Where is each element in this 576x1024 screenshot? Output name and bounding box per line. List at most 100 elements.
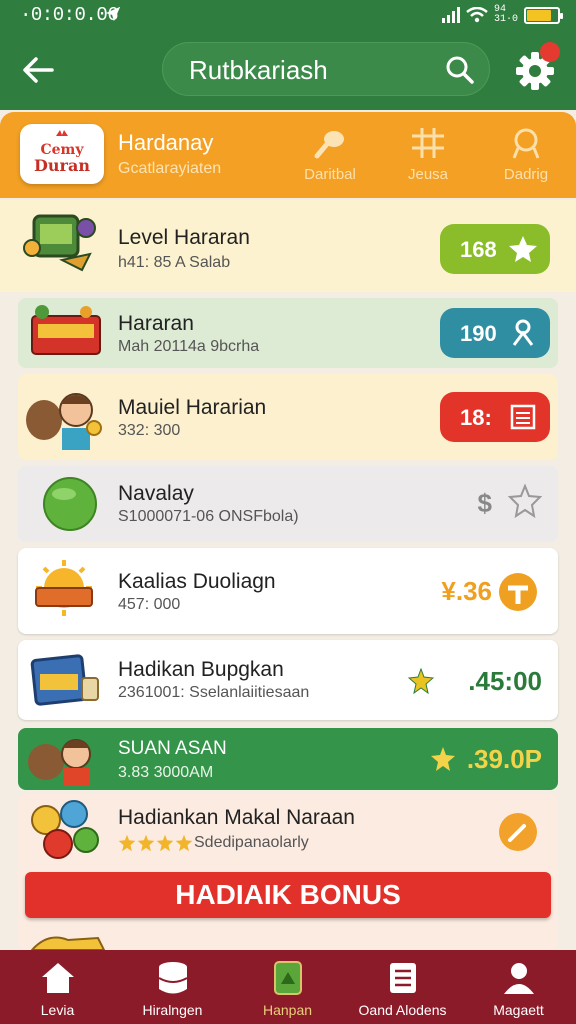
nav-item-hanpan[interactable]: Hanpan	[230, 950, 345, 1024]
star-icon	[137, 834, 155, 852]
tab-label: Daritbal	[304, 166, 356, 183]
status-bar: ·0:0:0.06 94 31·0	[0, 0, 576, 30]
item-title: Hararan	[118, 312, 194, 335]
item-subtitle: 3.83 3000AM	[118, 764, 214, 781]
nav-label: Levia	[40, 1002, 75, 1018]
profile-icon	[503, 963, 534, 994]
item-title: Mauiel Hararian	[118, 396, 267, 419]
nav-item-levia[interactable]: Levia	[0, 950, 115, 1024]
currency-icon: $	[477, 488, 492, 518]
status-indicators: 94 31·0	[442, 4, 563, 25]
nav-label: Hiralngen	[142, 1002, 203, 1018]
partial-item-icon	[30, 936, 106, 950]
item-price: ¥.36	[441, 576, 492, 606]
list-item[interactable]: SUAN ASAN 3.83 3000AM .39.0P	[18, 728, 558, 790]
list-item[interactable]: Hadikan Bupgkan 2361001: Sselanlaiitiesa…	[18, 640, 558, 720]
bonus-button[interactable]: HADIAIK BONUS	[25, 872, 551, 918]
points-value: 190	[460, 321, 497, 346]
star-outline-icon[interactable]	[508, 484, 542, 518]
back-arrow-icon[interactable]	[18, 50, 58, 90]
tab-dadrig[interactable]: Dadrig	[486, 126, 566, 190]
home-icon	[41, 963, 74, 993]
list-item[interactable]: Level Hararan h41: 85 A Salab 168	[0, 200, 576, 292]
nav-label: Magaett	[493, 1002, 544, 1018]
search-input[interactable]: Rutbkariash	[162, 42, 490, 96]
signal-icon	[442, 7, 460, 23]
database-icon	[158, 962, 187, 994]
app-header: ·0:0:0.06 94 31·0 Rutbkariash	[0, 0, 576, 110]
tab-label: Dadrig	[503, 166, 549, 183]
list-item[interactable]: Hararan Mah 20114a 9bcrha 190	[18, 298, 558, 368]
category-bar: Cemy Duran Hardanay Gcatlarayiaten Darit…	[0, 112, 576, 198]
star-icon	[118, 834, 136, 852]
game-art-icon	[23, 214, 96, 272]
nav-item-hiralngen[interactable]: Hiralngen	[115, 950, 230, 1024]
list-item[interactable]: Kaalias Duoliagn 457: 000 ¥.36	[18, 548, 558, 634]
character-art-icon	[28, 739, 91, 786]
star-icon	[408, 668, 434, 694]
item-subtitle: 2361001: Sselanlaiitiesaan	[118, 684, 310, 701]
wifi-icon	[466, 7, 488, 23]
item-subtitle: Sdedipanaolarly	[194, 834, 309, 851]
item-title: Navalay	[118, 482, 194, 505]
item-title: Hadikan Bupgkan	[118, 658, 284, 681]
plus-icon[interactable]	[498, 572, 538, 612]
item-title: Kaalias Duoliagn	[118, 570, 276, 593]
points-badge[interactable]: 190	[440, 308, 550, 358]
points-badge[interactable]: 168	[440, 224, 550, 274]
sun-badge-icon	[35, 560, 93, 616]
points-badge[interactable]: 18:	[440, 392, 550, 442]
tablet-icon	[273, 961, 302, 995]
coins-art-icon	[31, 800, 99, 859]
tab-jeusa[interactable]: Jeusa	[388, 126, 468, 190]
nav-item-oand-alodens[interactable]: Oand Alodens	[345, 950, 460, 1024]
list-icon	[389, 963, 416, 993]
item-title: Hadiankan Makal Naraan	[118, 806, 355, 829]
settings-button[interactable]	[512, 42, 560, 94]
item-subtitle: 457: 000	[118, 596, 181, 613]
svg-text:Duran: Duran	[34, 156, 90, 175]
item-subtitle: S1000071-06 ONSFbola)	[118, 508, 299, 525]
bottom-navigation: Levia Hiralngen Hanpan Oand Alodens Maga…	[0, 950, 576, 1024]
star-icon	[175, 834, 193, 852]
status-percent: 94 31·0	[494, 4, 519, 25]
search-icon[interactable]	[445, 55, 475, 85]
item-title: Level Hararan	[118, 226, 250, 249]
location-arrow-icon	[105, 6, 121, 22]
item-title: SUAN ASAN	[118, 738, 227, 759]
battery-icon	[524, 6, 563, 24]
notification-badge	[540, 42, 560, 62]
item-subtitle: Mah 20114a 9bcrha	[118, 338, 260, 355]
nav-label: Hanpan	[262, 1002, 313, 1018]
nav-item-magaett[interactable]: Magaett	[461, 950, 576, 1024]
pencil-icon[interactable]	[498, 812, 538, 852]
rating-stars	[118, 834, 193, 852]
person-icon	[512, 319, 534, 346]
ticket-art-icon	[30, 654, 99, 706]
item-subtitle: 332: 300	[118, 422, 181, 439]
search-query-text: Rutbkariash	[189, 55, 328, 85]
sign-art-icon	[31, 305, 101, 355]
list-item[interactable]: Navalay S1000071-06 ONSFbola) $	[18, 466, 558, 542]
character-art-icon	[26, 393, 102, 450]
list-item[interactable]: Mauiel Hararian 332: 300 18:	[18, 374, 558, 460]
star-icon	[431, 747, 455, 771]
star-icon	[509, 236, 537, 262]
points-value: 168	[460, 237, 497, 262]
star-icon	[156, 834, 174, 852]
brand-subtitle: Gcatlarayiaten	[118, 160, 222, 177]
drumstick-icon	[314, 131, 344, 159]
receipt-icon	[510, 404, 536, 430]
green-ball-icon	[43, 477, 97, 531]
badge-icon	[512, 128, 540, 159]
crown-logo-icon: Cemy Duran	[34, 130, 90, 175]
tab-label: Jeusa	[407, 166, 449, 183]
grid-icon	[412, 128, 444, 158]
item-price: .45:00	[468, 666, 542, 696]
tab-daritbal[interactable]: Daritbal	[290, 126, 370, 190]
points-value: 18:	[460, 405, 492, 430]
nav-label: Oand Alodens	[358, 1002, 447, 1018]
brand-title: Hardanay	[118, 130, 214, 155]
brand-logo[interactable]: Cemy Duran	[20, 124, 104, 184]
item-subtitle: h41: 85 A Salab	[118, 254, 231, 271]
